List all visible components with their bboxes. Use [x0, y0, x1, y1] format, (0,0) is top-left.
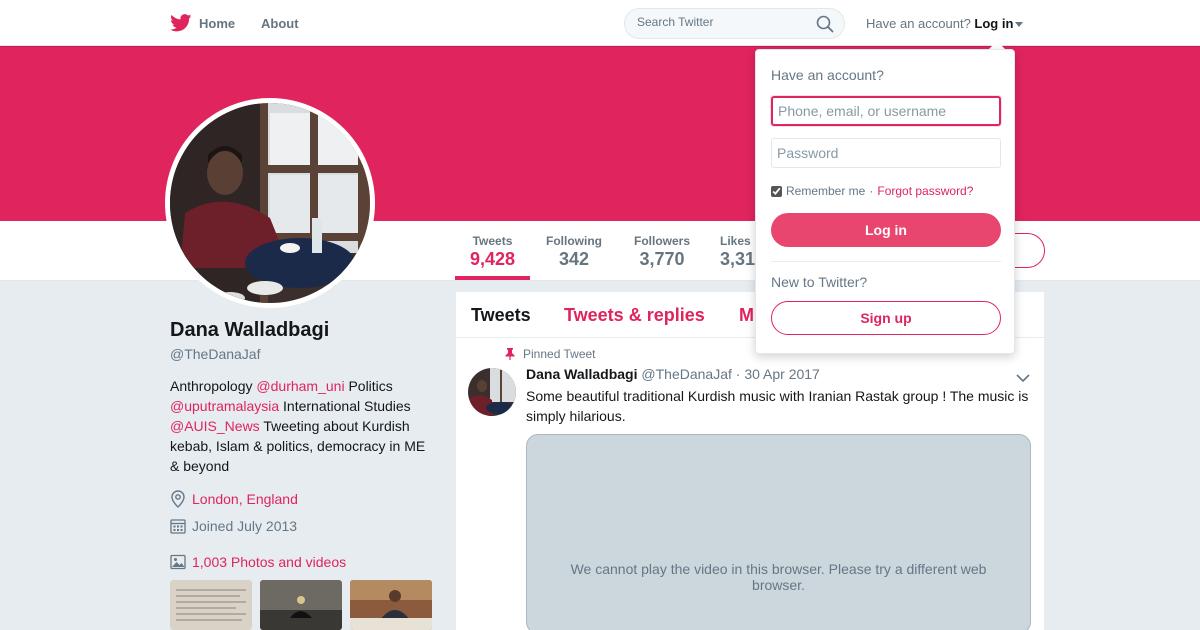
remember-me-row: Remember me · Forgot password? — [771, 184, 973, 198]
photo-thumbnail[interactable] — [260, 580, 342, 630]
location-icon — [171, 490, 185, 508]
bio-mention-link[interactable]: @AUIS_News — [170, 418, 260, 434]
separator-dot: · — [869, 184, 874, 198]
login-dropdown: Have an account? Remember me · Forgot pa… — [755, 49, 1015, 354]
twitter-bird-icon — [170, 14, 192, 32]
bio-text: Anthropology — [170, 378, 257, 394]
profile-avatar[interactable] — [165, 98, 375, 308]
stat-label: Following — [546, 234, 602, 248]
tab-media[interactable]: M — [739, 305, 754, 326]
remember-me-checkbox[interactable] — [771, 185, 782, 197]
pin-icon — [505, 348, 515, 360]
stat-following[interactable]: Following 342 — [544, 234, 604, 270]
search-input[interactable] — [637, 15, 817, 29]
stat-followers[interactable]: Followers 3,770 — [632, 234, 692, 270]
avatar-photo — [170, 103, 370, 303]
stat-tweets[interactable]: Tweets 9,428 — [470, 234, 515, 270]
bio-mention-link[interactable]: @uputramalaysia — [170, 398, 279, 414]
photo-thumbnails — [170, 580, 432, 630]
stat-label: Likes — [720, 234, 751, 248]
active-stat-underline — [455, 276, 530, 280]
new-to-twitter-text: New to Twitter? — [771, 274, 868, 290]
profile-joined: Joined July 2013 — [170, 518, 297, 534]
tweet-header: Dana Walladbagi @TheDanaJaf · 30 Apr 201… — [526, 366, 820, 382]
video-unsupported-message: We cannot play the video in this browser… — [570, 561, 987, 593]
photo-thumbnail[interactable] — [170, 580, 252, 630]
photos-and-videos: 1,003 Photos and videos — [170, 554, 346, 570]
tweet-text: Some beautiful traditional Kurdish music… — [526, 388, 1029, 424]
forgot-password-link[interactable]: Forgot password? — [877, 184, 973, 198]
tweet-avatar[interactable] — [468, 368, 516, 416]
top-navigation: Home About Have an account? Log in — [0, 0, 1200, 46]
stat-label: Followers — [633, 234, 690, 248]
profile-location: London, England — [170, 490, 298, 508]
tweet-video-player[interactable]: We cannot play the video in this browser… — [526, 434, 1031, 630]
bio-text: Politics — [344, 378, 393, 394]
joined-text: Joined July 2013 — [192, 518, 298, 534]
stat-value: 342 — [558, 249, 590, 269]
stat-likes[interactable]: Likes 3,31 — [720, 234, 760, 270]
location-link[interactable]: London, England — [192, 491, 298, 507]
stat-value: 3,770 — [639, 249, 685, 269]
search-icon[interactable] — [816, 15, 834, 38]
tweet-author-handle[interactable]: @TheDanaJaf — [641, 366, 731, 382]
username-field[interactable] — [771, 96, 1001, 126]
photo-thumbnail[interactable] — [350, 580, 432, 630]
tab-tweets-and-replies[interactable]: Tweets & replies — [564, 305, 705, 326]
login-link[interactable]: Log in — [974, 16, 1013, 31]
tab-tweets[interactable]: Tweets — [471, 305, 531, 326]
nav-home-label: Home — [199, 15, 236, 31]
tweet-date[interactable]: · 30 Apr 2017 — [736, 366, 820, 382]
login-button[interactable]: Log in — [771, 213, 1001, 247]
tweet-author-name[interactable]: Dana Walladbagi — [526, 366, 638, 382]
bio-text: International Studies — [279, 398, 411, 414]
nav-home-link[interactable]: Home — [170, 12, 235, 34]
photo-icon — [170, 554, 186, 570]
password-field[interactable] — [771, 138, 1001, 168]
remember-me-label[interactable]: Remember me — [786, 184, 865, 198]
login-toggle[interactable]: Have an account? Log in — [866, 16, 1024, 31]
stat-value: 3,31 — [720, 249, 756, 269]
dropdown-divider — [771, 261, 1001, 262]
profile-handle[interactable]: @TheDanaJaf — [170, 346, 260, 362]
signup-button[interactable]: Sign up — [771, 301, 1001, 335]
pinned-label: Pinned Tweet — [523, 347, 596, 361]
stat-label: Tweets — [472, 234, 513, 248]
profile-bio: Anthropology @durham_uni Politics @uputr… — [170, 376, 432, 476]
nav-about-link[interactable]: About — [261, 16, 299, 31]
bio-mention-link[interactable]: @durham_uni — [256, 378, 344, 394]
calendar-icon — [170, 519, 186, 534]
photos-link[interactable]: 1,003 Photos and videos — [192, 554, 346, 570]
pinned-tweet-label: Pinned Tweet — [505, 347, 596, 361]
dropdown-title: Have an account? — [771, 67, 884, 83]
profile-name[interactable]: Dana Walladbagi — [170, 319, 329, 342]
search-box[interactable] — [624, 8, 845, 39]
have-account-text: Have an account? — [866, 16, 971, 31]
caret-down-icon — [1015, 22, 1024, 27]
stat-value: 9,428 — [470, 249, 516, 269]
